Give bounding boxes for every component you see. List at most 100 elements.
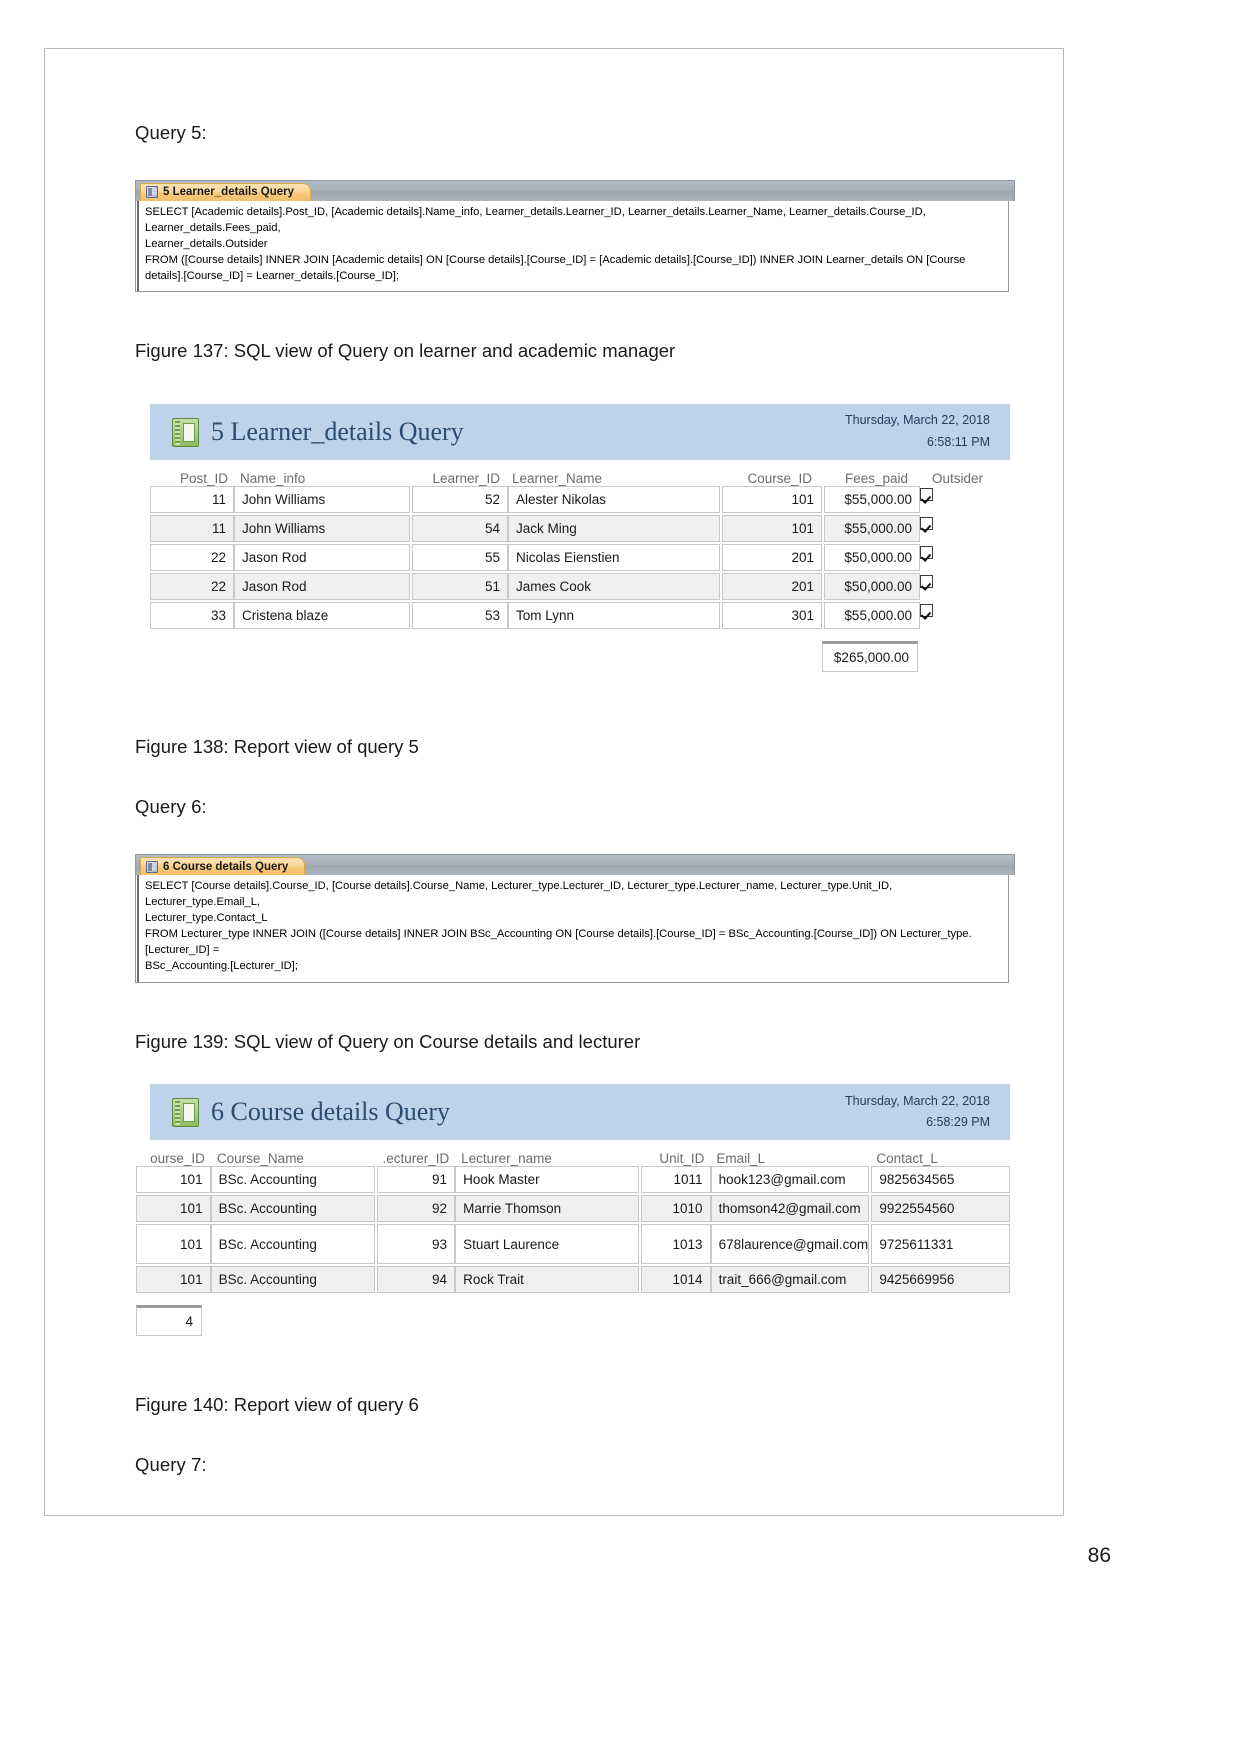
cell-outsider[interactable] — [920, 515, 948, 542]
checkbox-checked-icon[interactable] — [920, 546, 933, 560]
cell-lecturer-name: Hook Master — [455, 1166, 640, 1194]
cell-course-name: BSc. Accounting — [210, 1195, 375, 1223]
sql-line: details].[Course_ID] = Learner_details.[… — [145, 269, 400, 282]
column-header-course-name: Course_Name — [216, 1151, 304, 1167]
sql-tab-label: 6 Course details Query — [163, 860, 289, 873]
column-header-unit-id: Unit_ID — [659, 1151, 705, 1167]
column-header-name-info: Name_info — [240, 471, 306, 487]
cell-outsider[interactable] — [920, 573, 948, 600]
sql-line: SELECT [Academic details].Post_ID, [Acad… — [145, 205, 926, 234]
table-row[interactable]: 33 Cristena blaze 53 Tom Lynn 301 $55,00… — [150, 602, 1010, 630]
report-time: 6:58:29 PM — [926, 1115, 990, 1130]
sql-window-2: SELECT [Course details].Course_ID, [Cour… — [135, 875, 1009, 983]
query-7-label: Query 7: — [135, 1454, 207, 1476]
sql-tab-1[interactable]: 5 Learner_details Query — [140, 182, 312, 201]
table-row[interactable]: 101 BSc. Accounting 93 Stuart Laurence 1… — [136, 1224, 1010, 1265]
cell-contact-l: 9825634565 — [871, 1166, 1010, 1194]
cell-post-id: 11 — [150, 515, 234, 543]
cell-lecturer-name: Marrie Thomson — [455, 1195, 640, 1223]
page-content: Query 5: 5 Learner_details Query SELECT … — [135, 120, 1015, 1478]
cell-name-info: John Williams — [234, 486, 410, 514]
sql-window-1: SELECT [Academic details].Post_ID, [Acad… — [135, 200, 1009, 293]
cell-email-l: thomson42@gmail.com — [710, 1195, 870, 1223]
cell-learner-name: Alester Nikolas — [508, 486, 720, 514]
figure-caption-138: Figure 138: Report view of query 5 — [135, 736, 419, 758]
column-header-contact-l: Contact_L — [876, 1151, 938, 1167]
checkbox-checked-icon[interactable] — [920, 604, 933, 618]
cell-lecturer-name: Stuart Laurence — [455, 1224, 640, 1265]
sql-tab-2[interactable]: 6 Course details Query — [140, 857, 306, 876]
cell-post-id: 22 — [150, 544, 234, 572]
cell-learner-id: 55 — [412, 544, 508, 572]
cell-name-info: Jason Rod — [234, 544, 410, 572]
table-row[interactable]: 101 BSc. Accounting 91 Hook Master 1011 … — [136, 1166, 1010, 1194]
cell-learner-name: Nicolas Eienstien — [508, 544, 720, 572]
cell-unit-id: 1013 — [641, 1224, 711, 1265]
cell-course-name: BSc. Accounting — [210, 1166, 375, 1194]
cell-lecturer-name: Rock Trait — [455, 1266, 640, 1294]
sql-text-area-2[interactable]: SELECT [Course details].Course_ID, [Cour… — [137, 875, 1008, 982]
cell-lecturer-id: 94 — [376, 1266, 456, 1294]
sql-tab-bar-2: 6 Course details Query — [135, 854, 1015, 876]
cell-lecturer-id: 92 — [376, 1195, 456, 1223]
cell-lecturer-id: 93 — [376, 1224, 456, 1265]
report-datetime-2: Thursday, March 22, 2018 6:58:29 PM — [845, 1091, 998, 1135]
column-header-learner-name: Learner_Name — [512, 471, 603, 487]
sql-text-area-1[interactable]: SELECT [Academic details].Post_ID, [Acad… — [137, 200, 1008, 292]
checkbox-checked-icon[interactable] — [920, 517, 933, 531]
cell-outsider[interactable] — [920, 486, 948, 513]
sql-line: BSc_Accounting.[Lecturer_ID]; — [145, 959, 298, 972]
cell-course-id: 101 — [722, 486, 822, 514]
cell-outsider[interactable] — [920, 544, 948, 571]
sql-tab-label: 5 Learner_details Query — [163, 186, 295, 199]
cell-learner-name: James Cook — [508, 573, 720, 601]
cell-learner-id: 54 — [412, 515, 508, 543]
report-column-headers-2: ourse_ID Course_Name .ecturer_ID Lecture… — [136, 1140, 1010, 1166]
cell-course-name: BSc. Accounting — [210, 1266, 375, 1294]
table-row[interactable]: 101 BSc. Accounting 94 Rock Trait 1014 t… — [136, 1266, 1010, 1294]
sql-line: SELECT [Course details].Course_ID, [Cour… — [145, 880, 893, 908]
cell-unit-id: 1010 — [641, 1195, 711, 1223]
cell-outsider[interactable] — [920, 602, 948, 629]
cell-course-id: 201 — [722, 544, 822, 572]
document-page: Query 5: 5 Learner_details Query SELECT … — [0, 0, 1241, 1754]
cell-contact-l: 9922554560 — [871, 1195, 1010, 1223]
query-table-icon — [146, 860, 158, 873]
report-view-2: 6 Course details Query Thursday, March 2… — [136, 1084, 1010, 1337]
query-6-label: Query 6: — [135, 796, 207, 818]
cell-course-id: 101 — [136, 1224, 211, 1265]
cell-learner-id: 51 — [412, 573, 508, 601]
cell-lecturer-id: 91 — [376, 1166, 456, 1194]
table-row[interactable]: 22 Jason Rod 55 Nicolas Eienstien 201 $5… — [150, 544, 1010, 572]
cell-post-id: 33 — [150, 602, 234, 630]
table-row[interactable]: 22 Jason Rod 51 James Cook 201 $50,000.0… — [150, 573, 1010, 601]
sql-line: FROM Lecturer_type INNER JOIN ([Course d… — [145, 927, 972, 956]
cell-unit-id: 1011 — [641, 1166, 711, 1194]
report-datetime-1: Thursday, March 22, 2018 6:58:11 PM — [845, 410, 998, 454]
report-total-row-1: $265,000.00 — [150, 641, 1010, 673]
column-header-learner-id: Learner_ID — [432, 471, 500, 487]
cell-fees-paid: $50,000.00 — [824, 544, 920, 572]
sql-line: FROM ([Course details] INNER JOIN [Acade… — [145, 253, 966, 266]
figure-caption-137: Figure 137: SQL view of Query on learner… — [135, 340, 676, 362]
query-5-label: Query 5: — [135, 122, 207, 143]
table-row[interactable]: 101 BSc. Accounting 92 Marrie Thomson 10… — [136, 1195, 1010, 1223]
report-date: Thursday, March 22, 2018 — [845, 413, 990, 428]
figure-caption-140: Figure 140: Report view of query 6 — [135, 1394, 419, 1416]
total-fees-paid: $265,000.00 — [822, 641, 918, 673]
report-title-2: 6 Course details Query — [211, 1097, 451, 1127]
report-view-1: 5 Learner_details Query Thursday, March … — [150, 404, 1010, 673]
report-column-headers-1: Post_ID Name_info Learner_ID Learner_Nam… — [150, 460, 1010, 486]
cell-email-l: trait_666@gmail.com — [710, 1266, 870, 1294]
cell-learner-name: Tom Lynn — [508, 602, 720, 630]
figure-caption-139: Figure 139: SQL view of Query on Course … — [135, 1030, 641, 1052]
checkbox-checked-icon[interactable] — [920, 575, 933, 589]
cell-course-id: 301 — [722, 602, 822, 630]
table-row[interactable]: 11 John Williams 52 Alester Nikolas 101 … — [150, 486, 1010, 514]
checkbox-checked-icon[interactable] — [920, 488, 933, 502]
column-header-course-id: Course_ID — [747, 471, 812, 487]
table-row[interactable]: 11 John Williams 54 Jack Ming 101 $55,00… — [150, 515, 1010, 543]
cell-course-id: 101 — [722, 515, 822, 543]
cell-email-l: hook123@gmail.com — [710, 1166, 870, 1194]
cell-fees-paid: $55,000.00 — [824, 515, 920, 543]
